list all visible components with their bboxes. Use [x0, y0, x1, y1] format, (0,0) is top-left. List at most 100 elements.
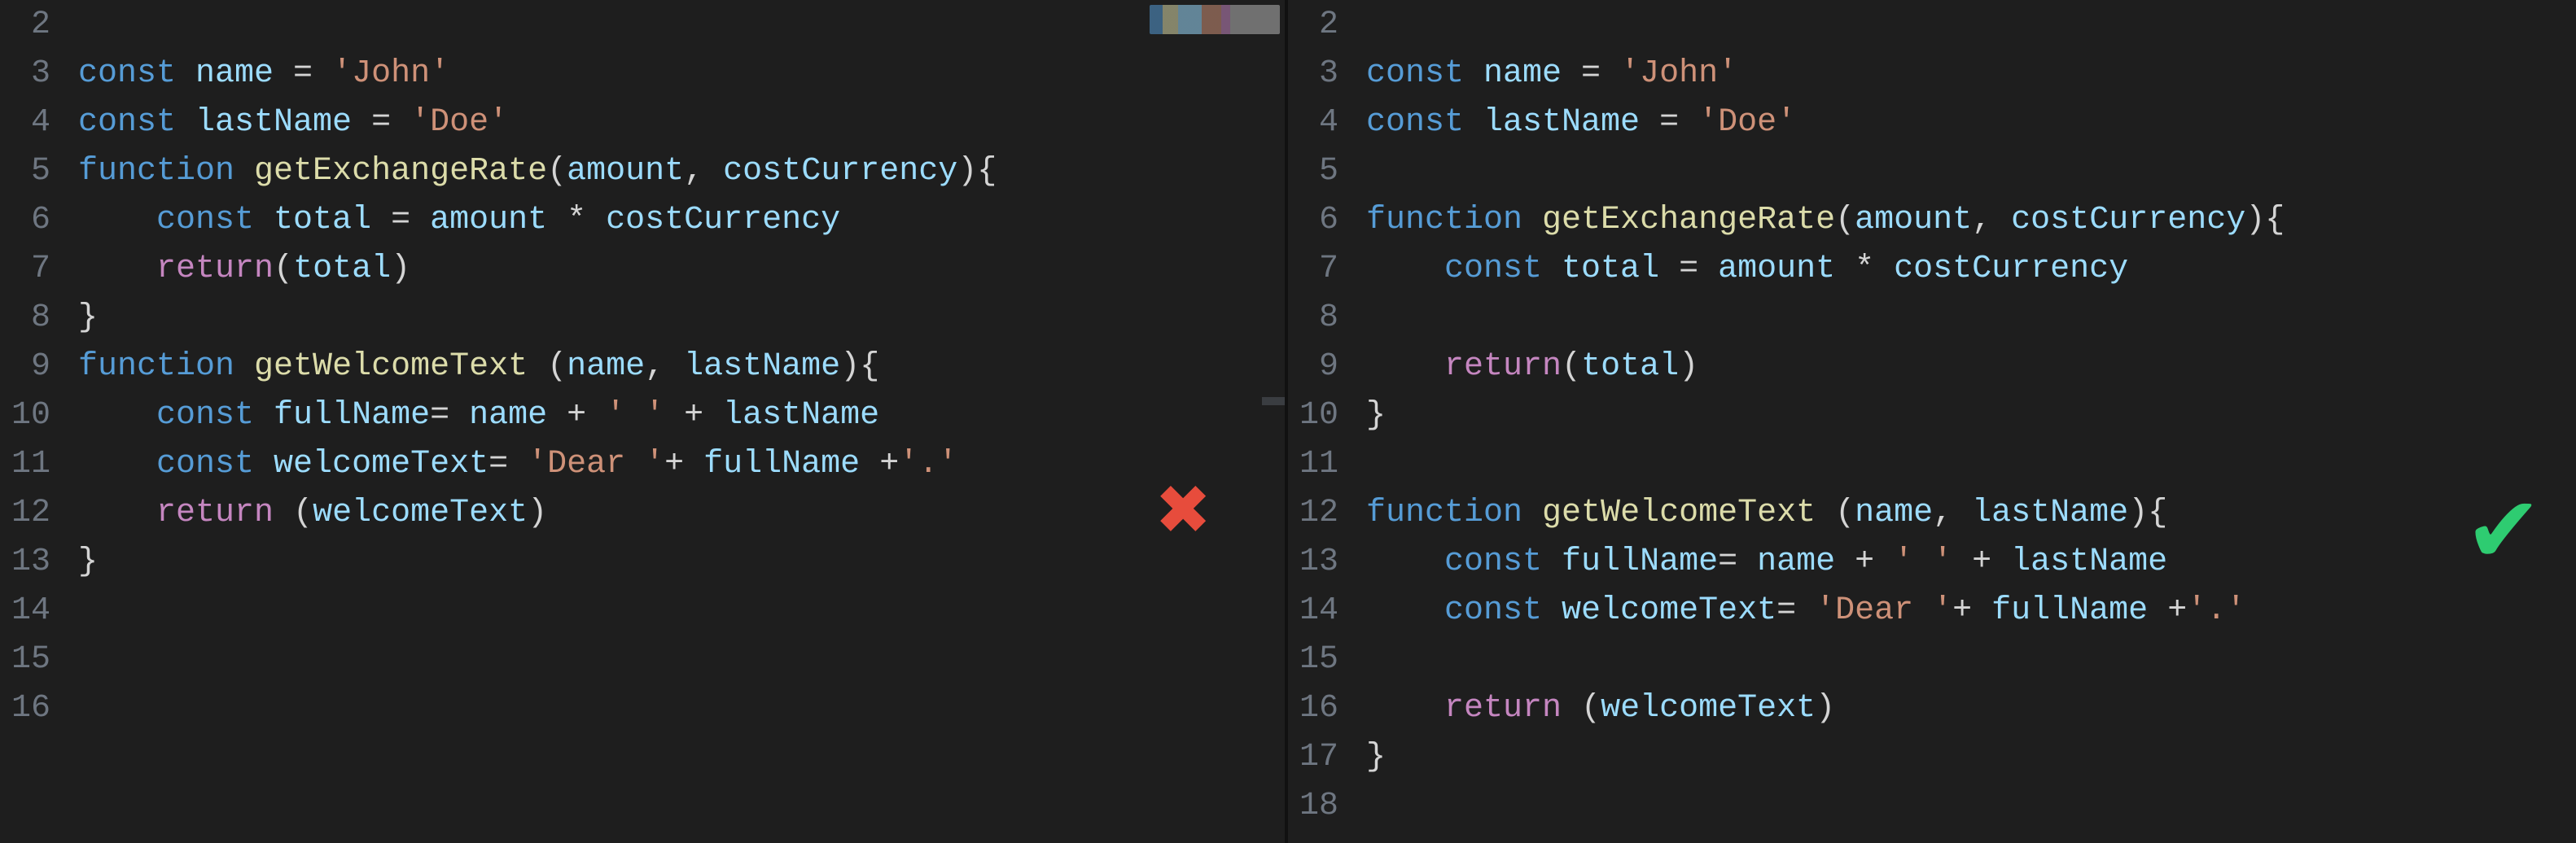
token-ret: return [1444, 690, 1562, 727]
code-line[interactable]: 9 return(total) [1288, 342, 2576, 391]
code-content[interactable]: return(total) [1366, 348, 2576, 385]
token-fn: getWelcomeText [254, 348, 528, 385]
left-code-area[interactable]: 23const name = 'John'4const lastName = '… [0, 0, 1285, 732]
token-punc: } [78, 299, 98, 336]
line-number: 8 [0, 299, 78, 336]
left-editor-pane[interactable]: 23const name = 'John'4const lastName = '… [0, 0, 1288, 843]
token-punc: , [1933, 495, 1972, 531]
line-number: 15 [1288, 641, 1366, 678]
code-content[interactable]: const name = 'John' [1366, 55, 2576, 92]
code-line[interactable]: 7 return(total) [0, 244, 1285, 293]
line-number: 12 [1288, 495, 1366, 531]
line-number: 15 [0, 641, 78, 678]
token-kw: const [1366, 55, 1483, 92]
code-line[interactable]: 15 [0, 635, 1285, 684]
token-var: name [1757, 544, 1835, 580]
code-line[interactable]: 4const lastName = 'Doe' [0, 98, 1285, 146]
code-content[interactable]: const fullName= name + ' ' + lastName [78, 397, 1285, 434]
code-line[interactable]: 9function getWelcomeText (name, lastName… [0, 342, 1285, 391]
code-line[interactable]: 6 const total = amount * costCurrency [0, 195, 1285, 244]
token-param: name [1855, 495, 1933, 531]
code-line[interactable]: 12 return (welcomeText) [0, 488, 1285, 537]
code-line[interactable]: 18 [1288, 781, 2576, 830]
code-content[interactable]: } [78, 544, 1285, 580]
token-var: welcomeText [1601, 690, 1816, 727]
token-punc: } [1366, 739, 1386, 775]
split-handle[interactable] [1262, 397, 1285, 405]
code-content[interactable]: return (welcomeText) [1366, 690, 2576, 727]
token-op: + [547, 397, 606, 434]
token-var: name [469, 397, 547, 434]
code-line[interactable]: 13 const fullName= name + ' ' + lastName [1288, 537, 2576, 586]
code-content[interactable]: function getExchangeRate(amount, costCur… [78, 153, 1285, 190]
code-line[interactable]: 11 [1288, 439, 2576, 488]
code-line[interactable]: 15 [1288, 635, 2576, 684]
code-line[interactable]: 16 return (welcomeText) [1288, 684, 2576, 732]
line-number: 7 [1288, 251, 1366, 287]
token-param: name [567, 348, 645, 385]
code-line[interactable]: 14 const welcomeText= 'Dear '+ fullName … [1288, 586, 2576, 635]
code-content[interactable]: const fullName= name + ' ' + lastName [1366, 544, 2576, 580]
code-content[interactable]: } [78, 299, 1285, 336]
code-line[interactable]: 12function getWelcomeText (name, lastNam… [1288, 488, 2576, 537]
code-content[interactable]: const lastName = 'Doe' [1366, 104, 2576, 141]
code-line[interactable]: 16 [0, 684, 1285, 732]
code-line[interactable]: 10} [1288, 391, 2576, 439]
minimap[interactable] [1150, 5, 1280, 34]
line-number: 11 [0, 446, 78, 483]
code-line[interactable]: 2 [1288, 0, 2576, 49]
token-punc: ( [547, 153, 567, 190]
right-code-area[interactable]: 23const name = 'John'4const lastName = '… [1288, 0, 2576, 830]
token-str: ' ' [1894, 544, 1952, 580]
token-punc [78, 446, 156, 483]
token-var: lastName [1483, 104, 1640, 141]
token-op: = [1659, 251, 1718, 287]
code-line[interactable]: 10 const fullName= name + ' ' + lastName [0, 391, 1285, 439]
line-number: 10 [1288, 397, 1366, 434]
code-line[interactable]: 17} [1288, 732, 2576, 781]
code-line[interactable]: 8} [0, 293, 1285, 342]
code-content[interactable]: return (welcomeText) [78, 495, 1285, 531]
token-op: + [664, 397, 723, 434]
code-content[interactable]: function getExchangeRate(amount, costCur… [1366, 202, 2576, 238]
code-content[interactable]: } [1366, 739, 2576, 775]
code-line[interactable]: 8 [1288, 293, 2576, 342]
code-content[interactable]: const total = amount * costCurrency [78, 202, 1285, 238]
cross-icon: ✖ [1158, 472, 1211, 561]
code-line[interactable]: 3const name = 'John' [1288, 49, 2576, 98]
code-line[interactable]: 5function getExchangeRate(amount, costCu… [0, 146, 1285, 195]
code-line[interactable]: 13} [0, 537, 1285, 586]
code-content[interactable]: function getWelcomeText (name, lastName)… [1366, 495, 2576, 531]
line-number: 7 [0, 251, 78, 287]
code-content[interactable]: const name = 'John' [78, 55, 1285, 92]
token-str: ' ' [606, 397, 664, 434]
token-kw: const [1444, 544, 1562, 580]
token-punc: } [78, 544, 98, 580]
code-line[interactable]: 4const lastName = 'Doe' [1288, 98, 2576, 146]
code-content[interactable]: } [1366, 397, 2576, 434]
code-content[interactable]: return(total) [78, 251, 1285, 287]
code-content[interactable]: const lastName = 'Doe' [78, 104, 1285, 141]
code-line[interactable]: 2 [0, 0, 1285, 49]
token-punc [1366, 592, 1444, 629]
code-content[interactable]: const welcomeText= 'Dear '+ fullName +'.… [78, 446, 1285, 483]
diff-container: 23const name = 'John'4const lastName = '… [0, 0, 2576, 843]
token-op: = [371, 202, 430, 238]
code-line[interactable]: 11 const welcomeText= 'Dear '+ fullName … [0, 439, 1285, 488]
code-line[interactable]: 7 const total = amount * costCurrency [1288, 244, 2576, 293]
token-param: lastName [1972, 495, 2128, 531]
code-line[interactable]: 5 [1288, 146, 2576, 195]
line-number: 3 [1288, 55, 1366, 92]
code-line[interactable]: 3const name = 'John' [0, 49, 1285, 98]
token-var: fullName [1562, 544, 1718, 580]
token-var: fullName [1991, 592, 2148, 629]
code-line[interactable]: 6function getExchangeRate(amount, costCu… [1288, 195, 2576, 244]
right-editor-pane[interactable]: 23const name = 'John'4const lastName = '… [1288, 0, 2576, 843]
code-content[interactable]: const welcomeText= 'Dear '+ fullName +'.… [1366, 592, 2576, 629]
code-content[interactable]: function getWelcomeText (name, lastName)… [78, 348, 1285, 385]
line-number: 9 [1288, 348, 1366, 385]
code-line[interactable]: 14 [0, 586, 1285, 635]
code-content[interactable]: const total = amount * costCurrency [1366, 251, 2576, 287]
line-number: 6 [0, 202, 78, 238]
token-punc [1366, 348, 1444, 385]
